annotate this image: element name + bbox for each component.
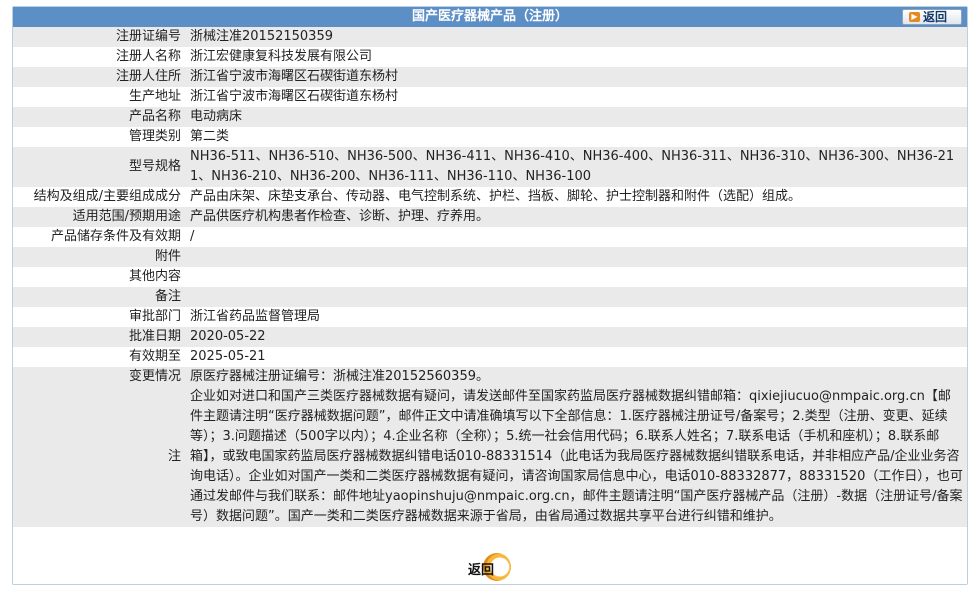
field-label: 变更情况: [13, 367, 186, 387]
row-registrant-name: 注册人名称 浙江宏健康复科技发展有限公司: [13, 47, 967, 67]
row-remarks: 备注: [13, 287, 967, 307]
notes-text: 企业如对进口和国产三类医疗器械数据有疑问，请发送邮件至国家药监局医疗器械数据纠错…: [186, 387, 967, 527]
row-management-class: 管理类别 第二类: [13, 127, 967, 147]
row-product-name: 产品名称 电动病床: [13, 107, 967, 127]
row-attachments: 附件: [13, 247, 967, 267]
detail-table: 注册证编号 浙械注准20152150359 注册人名称 浙江宏健康复科技发展有限…: [13, 27, 967, 527]
row-registration-number: 注册证编号 浙械注准20152150359: [13, 27, 967, 47]
back-button-label: 返回: [923, 10, 948, 24]
field-value: 浙械注准20152150359: [186, 27, 967, 47]
field-value: 浙江省药品监督管理局: [186, 307, 967, 327]
field-label: 备注: [13, 287, 186, 307]
field-label: 附件: [13, 247, 186, 267]
row-registrant-address: 注册人住所 浙江省宁波市海曙区石碶街道东杨村: [13, 67, 967, 87]
field-label: 注: [13, 387, 186, 527]
field-value: NH36-511、NH36-510、NH36-500、NH36-411、NH36…: [186, 147, 967, 187]
field-value: 浙江宏健康复科技发展有限公司: [186, 47, 967, 67]
row-model-spec: 型号规格 NH36-511、NH36-510、NH36-500、NH36-411…: [13, 147, 967, 187]
field-value: 电动病床: [186, 107, 967, 127]
panel-header: 国产医疗器械产品（注册） ▶ 返回: [13, 7, 967, 27]
row-valid-until: 有效期至 2025-05-21: [13, 347, 967, 367]
field-value: 产品供医疗机构患者作检查、诊断、护理、疗养用。: [186, 207, 967, 227]
field-label: 产品储存条件及有效期: [13, 227, 186, 247]
row-storage-validity: 产品储存条件及有效期 /: [13, 227, 967, 247]
row-production-address: 生产地址 浙江省宁波市海曙区石碶街道东杨村: [13, 87, 967, 107]
field-label: 注册人名称: [13, 47, 186, 67]
field-value: [186, 267, 967, 287]
row-other-content: 其他内容: [13, 267, 967, 287]
field-label: 生产地址: [13, 87, 186, 107]
field-value: [186, 247, 967, 267]
field-label: 注册人住所: [13, 67, 186, 87]
row-approval-department: 审批部门 浙江省药品监督管理局: [13, 307, 967, 327]
field-value: 产品由床架、床垫支承台、传动器、电气控制系统、护栏、挡板、脚轮、护士控制器和附件…: [186, 187, 967, 207]
field-label: 结构及组成/主要组成成分: [13, 187, 186, 207]
field-label: 注册证编号: [13, 27, 186, 47]
field-label: 其他内容: [13, 267, 186, 287]
field-value: 原医疗器械注册证编号：浙械注准20152560359。: [186, 367, 967, 387]
field-value: 浙江省宁波市海曙区石碶街道东杨村: [186, 87, 967, 107]
field-label: 管理类别: [13, 127, 186, 147]
field-label: 适用范围/预期用途: [13, 207, 186, 227]
row-structure-composition: 结构及组成/主要组成成分 产品由床架、床垫支承台、传动器、电气控制系统、护栏、挡…: [13, 187, 967, 207]
field-value: 2020-05-22: [186, 327, 967, 347]
field-value: 第二类: [186, 127, 967, 147]
arrow-right-icon: ▶: [909, 12, 920, 22]
field-value: [186, 287, 967, 307]
field-label: 批准日期: [13, 327, 186, 347]
detail-panel: 国产医疗器械产品（注册） ▶ 返回 注册证编号 浙械注准20152150359 …: [12, 6, 968, 585]
field-label: 型号规格: [13, 147, 186, 187]
page-title: 国产医疗器械产品（注册）: [411, 9, 568, 24]
row-change-history: 变更情况 原医疗器械注册证编号：浙械注准20152560359。: [13, 367, 967, 387]
row-approval-date: 批准日期 2020-05-22: [13, 327, 967, 347]
back-button-bottom[interactable]: 返回: [455, 553, 515, 583]
field-label: 有效期至: [13, 347, 186, 367]
field-value: /: [186, 227, 967, 247]
field-label: 产品名称: [13, 107, 186, 127]
row-notes: 注 企业如对进口和国产三类医疗器械数据有疑问，请发送邮件至国家药监局医疗器械数据…: [13, 387, 967, 527]
back-button-top[interactable]: ▶ 返回: [902, 9, 962, 25]
field-label: 审批部门: [13, 307, 186, 327]
field-value: 浙江省宁波市海曙区石碶街道东杨村: [186, 67, 967, 87]
field-value: 2025-05-21: [186, 347, 967, 367]
back-button-bottom-label: 返回: [468, 563, 495, 578]
row-intended-use: 适用范围/预期用途 产品供医疗机构患者作检查、诊断、护理、疗养用。: [13, 207, 967, 227]
